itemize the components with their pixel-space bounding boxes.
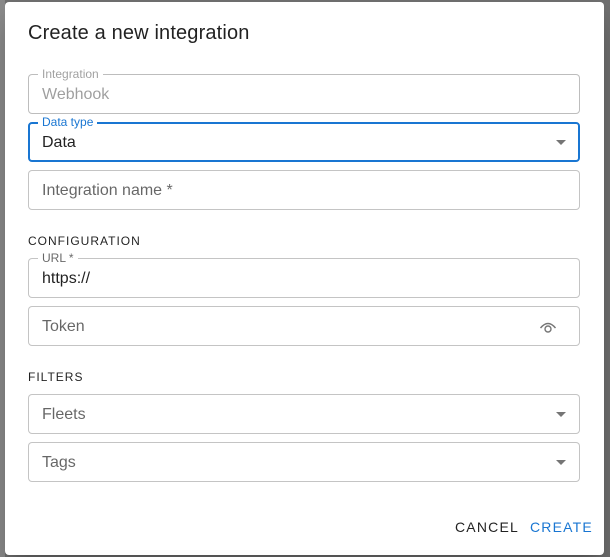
chevron-down-icon[interactable]: [556, 140, 566, 145]
filters-section-header: FILTERS: [28, 370, 84, 384]
fleets-placeholder: Fleets: [42, 406, 86, 423]
data-type-select[interactable]: Data type Data: [28, 115, 580, 162]
integration-value: Webhook: [42, 86, 110, 103]
token-input[interactable]: Token: [28, 306, 580, 346]
eye-icon[interactable]: [539, 319, 557, 335]
create-integration-dialog: Create a new integration Integration Web…: [5, 2, 604, 555]
integration-name-placeholder: Integration name *: [42, 182, 173, 199]
create-button[interactable]: CREATE: [530, 519, 593, 535]
fleets-select[interactable]: Fleets: [28, 394, 580, 434]
chevron-down-icon[interactable]: [556, 412, 566, 417]
chevron-down-icon[interactable]: [556, 460, 566, 465]
integration-label: Integration: [38, 67, 103, 81]
integration-name-input[interactable]: Integration name *: [28, 170, 580, 210]
integration-field: Integration Webhook: [28, 67, 580, 114]
url-input[interactable]: URL * https://: [28, 251, 580, 298]
url-value: https://: [42, 270, 91, 287]
data-type-value: Data: [42, 134, 76, 151]
cancel-button[interactable]: CANCEL: [455, 519, 519, 535]
tags-select[interactable]: Tags: [28, 442, 580, 482]
tags-placeholder: Tags: [42, 454, 76, 471]
data-type-label: Data type: [38, 115, 98, 129]
configuration-section-header: CONFIGURATION: [28, 234, 141, 248]
url-label: URL *: [38, 251, 78, 265]
token-placeholder: Token: [42, 318, 85, 335]
dialog-title: Create a new integration: [28, 22, 250, 44]
